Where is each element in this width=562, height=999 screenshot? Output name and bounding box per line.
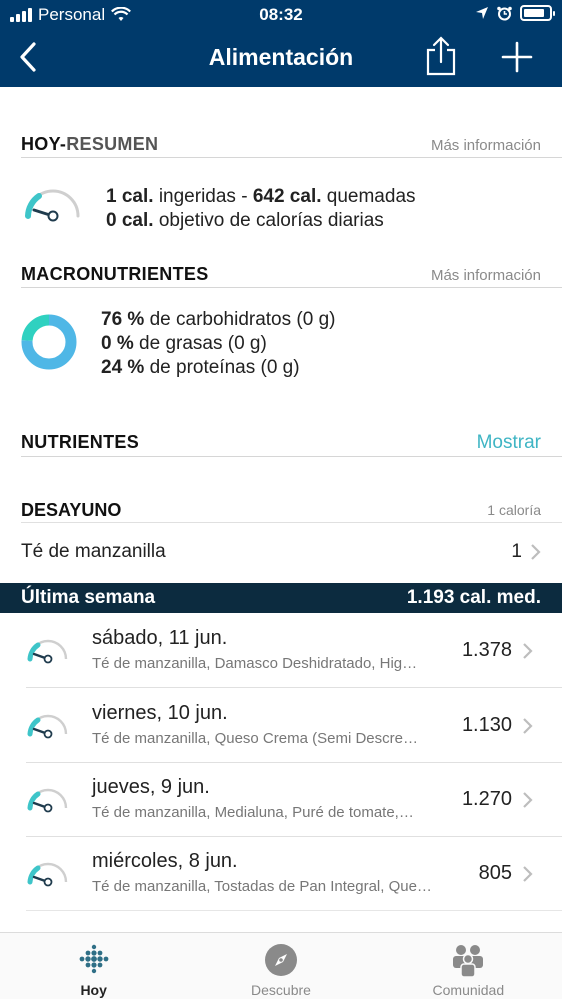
day-calories: 1.130: [461, 714, 512, 736]
last-week-band: Última semana 1.193 cal. med.: [0, 583, 562, 613]
day-date: miércoles, 8 jun.: [92, 850, 238, 872]
macros-heading: MACRONUTRIENTES: [21, 264, 209, 284]
chevron-right-icon: [523, 643, 533, 659]
intake-burned-line: 1 cal. ingeridas - 642 cal. quemadas: [106, 186, 416, 207]
calorie-gauge-icon: [25, 189, 80, 222]
chevron-right-icon: [531, 544, 541, 560]
calorie-summary: 1 cal. ingeridas - 642 cal. quemadas 0 c…: [106, 185, 416, 233]
tab-descubre[interactable]: Descubre: [187, 933, 374, 999]
day-calories: 805: [478, 862, 512, 884]
chevron-right-icon: [523, 792, 533, 808]
day-foods: Té de manzanilla, Damasco Deshidratado, …: [92, 655, 418, 672]
nav-bar: Alimentación: [0, 30, 562, 87]
share-icon[interactable]: [424, 36, 458, 76]
chevron-right-icon: [523, 718, 533, 734]
add-icon[interactable]: [500, 40, 534, 74]
page-title: Alimentación: [208, 44, 354, 70]
alarm-icon: [497, 6, 512, 20]
summary-header: HOY-RESUMEN Más información: [21, 134, 562, 158]
chevron-right-icon: [523, 866, 533, 882]
day-row[interactable]: viernes, 10 jun. Té de manzanilla, Queso…: [0, 688, 562, 763]
macro-fats: 0 % de grasas (0 g): [101, 333, 267, 354]
macro-proteins: 24 % de proteínas (0 g): [101, 357, 300, 378]
macro-carbs: 76 % de carbohidratos (0 g): [101, 309, 336, 330]
tab-label: Descubre: [251, 982, 311, 998]
breakfast-item[interactable]: Té de manzanilla 1: [21, 532, 562, 572]
breakfast-header: DESAYUNO 1 caloría: [21, 498, 562, 523]
last-week-label: Última semana: [21, 587, 156, 608]
day-gauge-icon: [27, 639, 68, 664]
day-gauge-icon: [27, 788, 68, 813]
macros-donut-chart: [21, 314, 77, 370]
tab-hoy[interactable]: Hoy: [0, 933, 187, 999]
nutrients-header: NUTRIENTES Mostrar: [21, 432, 562, 457]
scroll-fade: [0, 905, 562, 933]
macros-more-info-link[interactable]: Más información: [431, 267, 562, 284]
day-gauge-icon: [27, 862, 68, 887]
day-date: sábado, 11 jun.: [92, 627, 228, 649]
battery-icon: [520, 5, 555, 21]
day-date: viernes, 10 jun.: [92, 702, 228, 724]
summary-more-info-link[interactable]: Más información: [431, 137, 562, 154]
dots-grid-icon: [79, 944, 109, 974]
day-calories: 1.378: [461, 639, 512, 661]
day-row[interactable]: jueves, 9 jun. Té de manzanilla, Medialu…: [0, 762, 562, 837]
nutrients-show-link[interactable]: Mostrar: [477, 432, 562, 454]
day-row[interactable]: sábado, 11 jun. Té de manzanilla, Damasc…: [0, 613, 562, 688]
day-foods: Té de manzanilla, Medialuna, Puré de tom…: [92, 804, 414, 821]
food-quantity: 1: [511, 541, 522, 562]
day-foods: Té de manzanilla, Queso Crema (Semi Desc…: [92, 730, 418, 747]
daily-goal-line: 0 cal. objetivo de calorías diarias: [106, 210, 384, 231]
day-calories: 1.270: [461, 788, 512, 810]
tab-label: Hoy: [80, 982, 107, 998]
day-row[interactable]: miércoles, 8 jun. Té de manzanilla, Tost…: [0, 836, 562, 911]
macros-header: MACRONUTRIENTES Más información: [21, 264, 562, 288]
compass-icon: [264, 944, 297, 976]
tab-bar: Hoy Descubre Comunidad: [0, 932, 562, 999]
summary-heading: HOY-RESUMEN: [21, 134, 159, 154]
day-date: jueves, 9 jun.: [92, 776, 210, 798]
status-right: [475, 5, 555, 21]
nutrients-heading: NUTRIENTES: [21, 432, 140, 452]
location-icon: [476, 7, 488, 19]
tab-comunidad[interactable]: Comunidad: [375, 933, 562, 999]
people-icon: [453, 945, 484, 978]
breakfast-heading: DESAYUNO: [21, 499, 122, 520]
food-name: Té de manzanilla: [21, 541, 166, 562]
breakfast-calories: 1 caloría: [487, 502, 541, 518]
macros-list: 76 % de carbohidratos (0 g) 0 % de grasa…: [101, 308, 335, 380]
status-bar: Personal 08:32: [0, 0, 562, 30]
tab-label: Comunidad: [432, 982, 505, 998]
day-gauge-icon: [27, 714, 68, 739]
day-foods: Té de manzanilla, Tostadas de Pan Integr…: [92, 878, 432, 895]
last-week-average: 1.193 cal. med.: [406, 587, 541, 608]
